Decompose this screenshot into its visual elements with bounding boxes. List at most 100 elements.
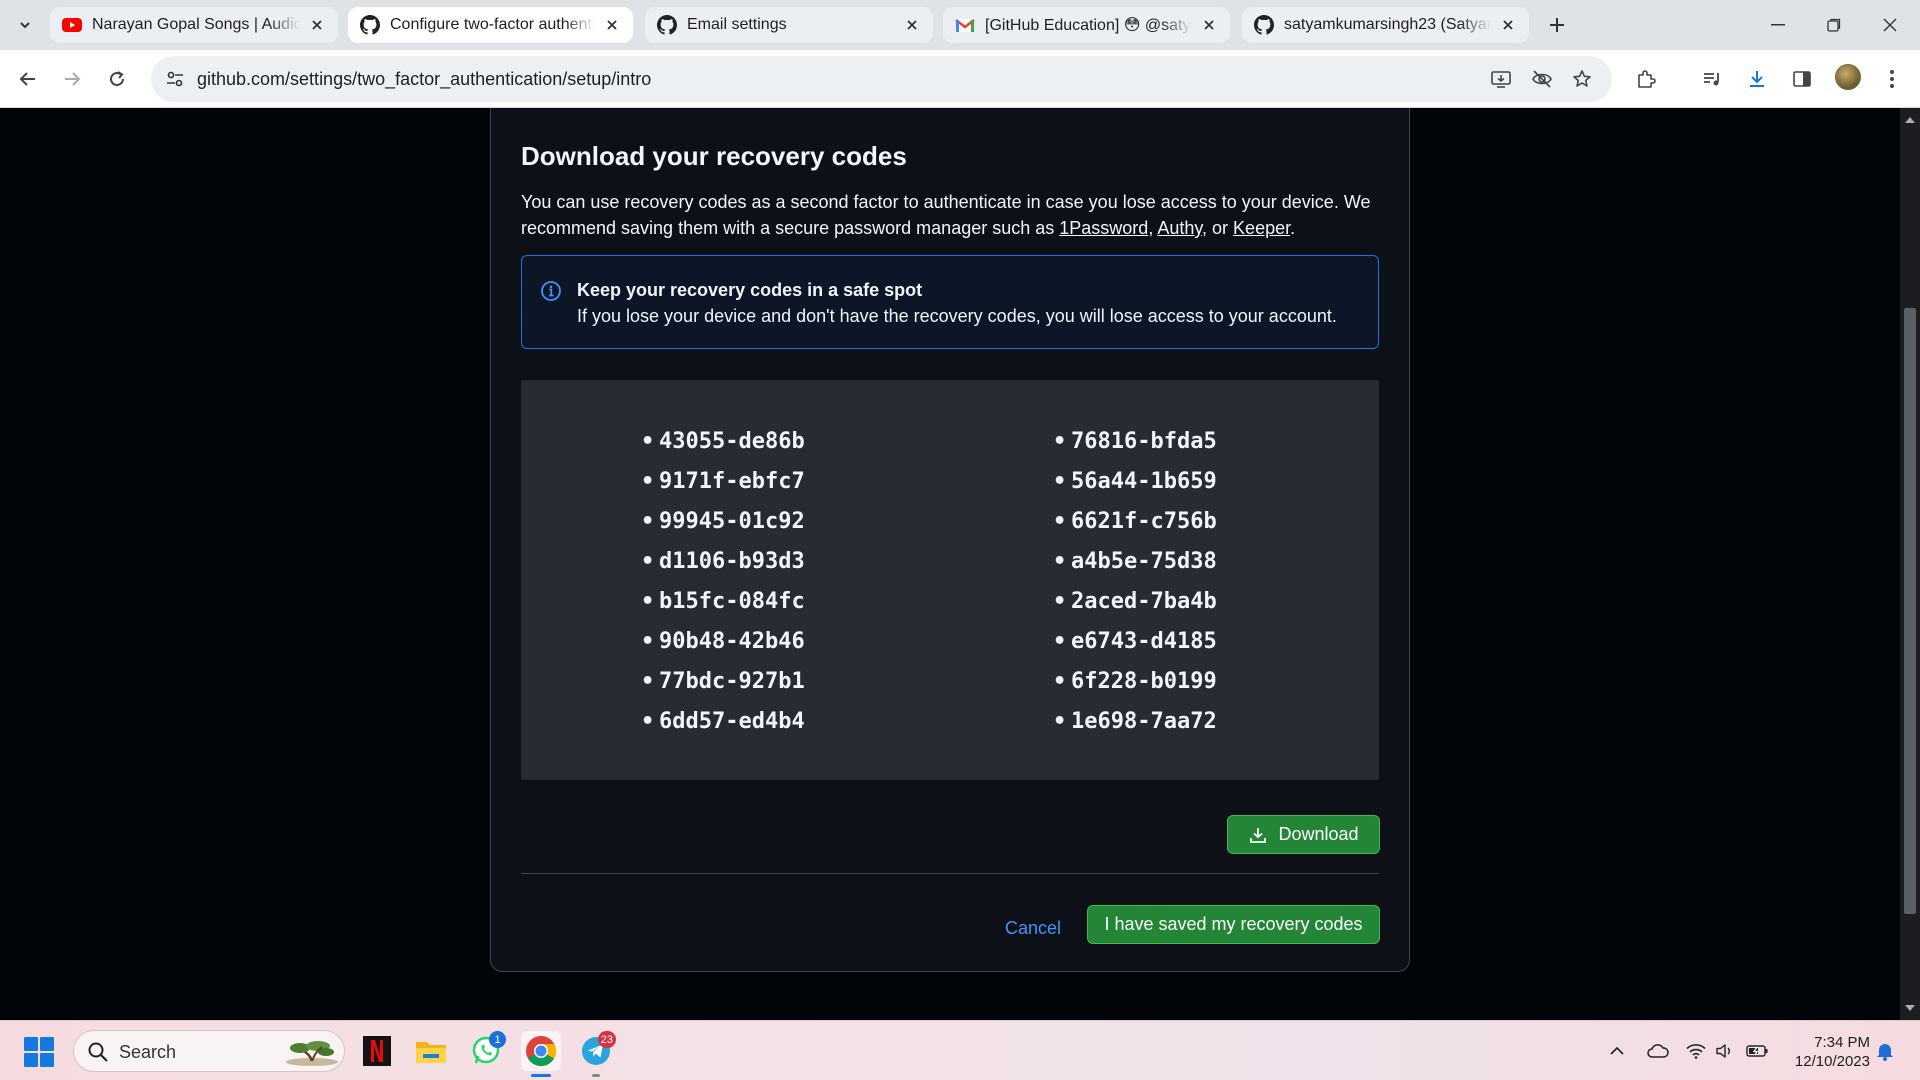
dialog-description: You can use recovery codes as a second f… <box>521 189 1381 241</box>
chrome-app-icon[interactable] <box>521 1031 561 1071</box>
search-highlight-bonsai-icon <box>286 1041 338 1066</box>
recovery-code: 2aced-7ba4b <box>1053 582 1217 622</box>
system-clock[interactable]: 7:34 PM 12/10/2023 <box>1780 1033 1870 1071</box>
browser-tabstrip: Narayan Gopal Songs | Audio J Configure … <box>0 0 1920 50</box>
page-scrollbar[interactable] <box>1900 108 1920 1020</box>
dialog-divider <box>521 873 1379 874</box>
url-text: github.com/settings/two_factor_authentic… <box>197 69 652 89</box>
tab-two-factor[interactable]: Configure two-factor authentic <box>348 7 633 43</box>
recovery-code: 77bdc-927b1 <box>641 662 805 702</box>
install-app-icon[interactable] <box>1488 66 1514 92</box>
netflix-app-icon[interactable] <box>357 1031 397 1071</box>
recovery-codes-dialog: Download your recovery codes You can use… <box>490 108 1410 972</box>
recovery-code: 99945-01c92 <box>641 502 805 542</box>
github-icon <box>360 15 380 35</box>
close-tab-icon[interactable] <box>1198 14 1220 36</box>
search-icon <box>88 1042 108 1062</box>
tab-title: [GitHub Education] 😳 @satya <box>985 17 1192 34</box>
scroll-up-arrow-icon[interactable] <box>1904 114 1916 126</box>
github-icon <box>657 15 677 35</box>
site-info-tune-icon[interactable] <box>161 65 189 93</box>
chrome-active-indicator <box>531 1074 551 1077</box>
tab-title: satyamkumarsingh23 (Satyam <box>1284 16 1491 33</box>
address-bar[interactable]: github.com/settings/two_factor_authentic… <box>151 56 1612 102</box>
github-icon <box>1254 15 1274 35</box>
recovery-codes-box: 43055-de86b 9171f-ebfc7 99945-01c92 d110… <box>521 380 1379 780</box>
notice-text: If you lose your device and don't have t… <box>577 306 1337 326</box>
extensions-puzzle-icon[interactable] <box>1630 63 1662 95</box>
download-button[interactable]: Download <box>1227 815 1380 854</box>
tracking-protection-eye-off-icon[interactable] <box>1529 66 1555 92</box>
telegram-running-indicator <box>592 1074 600 1077</box>
browser-toolbar: github.com/settings/two_factor_authentic… <box>0 50 1920 108</box>
recovery-codes-column-2: 76816-bfda5 56a44-1b659 6621f-c756b a4b5… <box>1053 422 1217 742</box>
reload-icon[interactable] <box>101 63 133 95</box>
minimize-icon[interactable] <box>1750 0 1806 50</box>
saved-recovery-codes-button[interactable]: I have saved my recovery codes <box>1087 905 1380 944</box>
windows-start-icon[interactable] <box>24 1037 54 1067</box>
notification-bell-icon[interactable] <box>1873 1039 1897 1063</box>
file-explorer-icon[interactable] <box>411 1031 451 1071</box>
close-tab-icon[interactable] <box>1497 14 1519 36</box>
close-tab-icon[interactable] <box>306 14 328 36</box>
telegram-notification-badge: 23 <box>597 1031 616 1048</box>
bookmark-star-icon[interactable] <box>1569 66 1595 92</box>
link-authy[interactable]: Authy <box>1157 218 1202 238</box>
tab-github-profile[interactable]: satyamkumarsingh23 (Satyam <box>1242 7 1529 43</box>
tab-title: Narayan Gopal Songs | Audio J <box>92 16 300 33</box>
clock-date: 12/10/2023 <box>1794 1053 1870 1070</box>
cancel-button[interactable]: Cancel <box>993 909 1073 947</box>
profile-avatar[interactable] <box>1835 64 1861 90</box>
back-arrow-icon[interactable] <box>12 63 44 95</box>
recovery-code: 6621f-c756b <box>1053 502 1217 542</box>
download-icon <box>1248 825 1268 845</box>
link-1password[interactable]: 1Password <box>1059 218 1148 238</box>
recovery-code: 6dd57-ed4b4 <box>641 702 805 742</box>
downloads-icon[interactable] <box>1741 63 1773 95</box>
recovery-code: 9171f-ebfc7 <box>641 462 805 502</box>
taskbar-search-box[interactable]: Search <box>73 1030 345 1072</box>
recovery-code: d1106-b93d3 <box>641 542 805 582</box>
new-tab-plus-icon[interactable] <box>1542 10 1572 40</box>
recovery-code: 43055-de86b <box>641 422 805 462</box>
recovery-code: a4b5e-75d38 <box>1053 542 1217 582</box>
onedrive-cloud-icon[interactable] <box>1646 1039 1670 1063</box>
telegram-app-icon[interactable]: 23 <box>576 1031 616 1071</box>
recovery-code: 6f228-b0199 <box>1053 662 1217 702</box>
battery-charging-icon[interactable] <box>1745 1039 1769 1063</box>
tab-youtube[interactable]: Narayan Gopal Songs | Audio J <box>50 7 338 43</box>
tab-email-settings[interactable]: Email settings <box>645 7 933 43</box>
separator: . <box>1290 218 1296 238</box>
tab-search-chevron-icon[interactable] <box>10 10 40 40</box>
close-tab-icon[interactable] <box>601 14 623 36</box>
scrollbar-thumb[interactable] <box>1904 308 1916 914</box>
wifi-icon[interactable] <box>1684 1039 1708 1063</box>
page-content: Download your recovery codes You can use… <box>0 108 1900 1020</box>
separator: , <box>1148 218 1158 238</box>
tab-title: Configure two-factor authentic <box>390 16 595 33</box>
separator: , or <box>1202 218 1234 238</box>
forward-arrow-icon[interactable] <box>56 63 88 95</box>
recovery-code: e6743-d4185 <box>1053 622 1217 662</box>
recovery-code: 90b48-42b46 <box>641 622 805 662</box>
download-label: Download <box>1278 824 1359 844</box>
youtube-icon <box>62 15 82 35</box>
side-panel-icon[interactable] <box>1786 63 1818 95</box>
search-placeholder: Search <box>119 1042 177 1062</box>
scroll-down-arrow-icon[interactable] <box>1904 1002 1916 1014</box>
whatsapp-app-icon[interactable]: 1 <box>466 1031 506 1071</box>
info-icon <box>541 281 561 301</box>
media-controls-icon[interactable] <box>1696 63 1728 95</box>
windows-taskbar: Search 1 23 7:34 PM 12/10/2023 <box>0 1020 1920 1080</box>
recovery-code: 56a44-1b659 <box>1053 462 1217 502</box>
tab-gmail[interactable]: [GitHub Education] 😳 @satya <box>943 7 1230 43</box>
volume-speaker-icon[interactable] <box>1713 1039 1737 1063</box>
recovery-code: 1e698-7aa72 <box>1053 702 1217 742</box>
close-tab-icon[interactable] <box>901 14 923 36</box>
restore-window-icon[interactable] <box>1806 0 1862 50</box>
dialog-title: Download your recovery codes <box>521 141 907 171</box>
link-keeper[interactable]: Keeper <box>1233 218 1290 238</box>
close-window-icon[interactable] <box>1862 0 1918 50</box>
show-hidden-icons-chevron-icon[interactable] <box>1605 1039 1629 1063</box>
browser-menu-icon[interactable] <box>1876 63 1908 95</box>
